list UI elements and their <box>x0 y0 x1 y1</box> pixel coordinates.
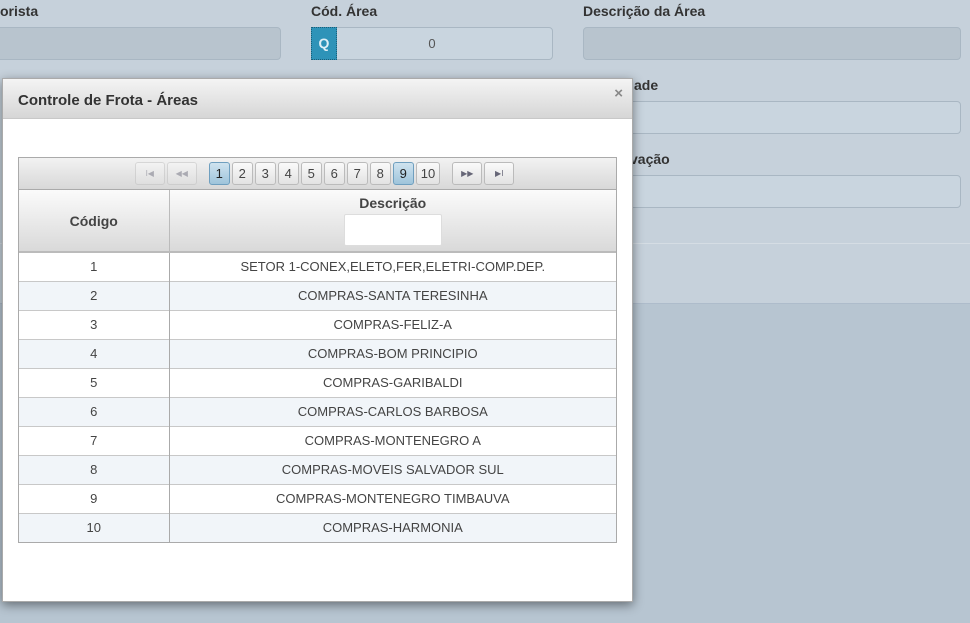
observacao-input[interactable] <box>583 175 961 208</box>
column-header-descricao[interactable]: Descrição <box>169 190 616 253</box>
descricao-area-label: Descrição da Área <box>583 3 706 19</box>
table-row[interactable]: 10 COMPRAS-HARMONIA <box>19 512 616 542</box>
first-page-button[interactable]: I◀ <box>134 162 165 185</box>
observacao-label: vação <box>630 151 670 167</box>
unidade-label: ade <box>634 77 659 93</box>
descricao-cell: COMPRAS-MONTENEGRO A <box>169 425 616 455</box>
page-button[interactable]: 9 <box>392 162 414 185</box>
descricao-cell: COMPRAS-HARMONIA <box>169 512 616 542</box>
codigo-cell: 2 <box>19 280 170 310</box>
table-row[interactable]: 6 COMPRAS-CARLOS BARBOSA <box>19 396 616 426</box>
areas-grid: I◀ ◀◀ 1 2 3 4 5 6 7 8 9 10 ▶▶ ▶I Código Descrição… <box>18 157 617 543</box>
descricao-filter-input[interactable] <box>343 214 442 246</box>
prev-page-button[interactable]: ◀◀ <box>166 162 197 185</box>
descricao-cell: COMPRAS-GARIBALDI <box>169 367 616 397</box>
codigo-cell: 10 <box>19 512 170 542</box>
codigo-cell: 7 <box>19 425 170 455</box>
table-row[interactable]: 8 COMPRAS-MOVEIS SALVADOR SUL <box>19 454 616 484</box>
page-button[interactable]: 1 <box>208 162 230 185</box>
codigo-cell: 5 <box>19 367 170 397</box>
table-row[interactable]: 1 SETOR 1-CONEX,ELETO,FER,ELETRI-COMP.DEP… <box>19 251 616 281</box>
descricao-cell: COMPRAS-MONTENEGRO TIMBAUVA <box>169 483 616 513</box>
cod-area-label: Cód. Área <box>311 3 378 19</box>
motorista-label: orista <box>0 3 39 19</box>
page-button[interactable]: 2 <box>231 162 253 185</box>
table-row[interactable]: 7 COMPRAS-MONTENEGRO A <box>19 425 616 455</box>
table-row[interactable]: 4 COMPRAS-BOM PRINCIPIO <box>19 338 616 368</box>
table-row[interactable]: 2 COMPRAS-SANTA TERESINHA <box>19 280 616 310</box>
page-button[interactable]: 3 <box>254 162 276 185</box>
descricao-cell: SETOR 1-CONEX,ELETO,FER,ELETRI-COMP.DEP. <box>169 251 616 281</box>
descricao-cell: COMPRAS-FELIZ-A <box>169 309 616 339</box>
motorista-input[interactable] <box>0 27 281 60</box>
codigo-cell: 3 <box>19 309 170 339</box>
page-button[interactable]: 4 <box>277 162 299 185</box>
page-button[interactable]: 5 <box>300 162 322 185</box>
dialog-header: Controle de Frota - Áreas × <box>3 79 632 119</box>
table-row[interactable]: 5 COMPRAS-GARIBALDI <box>19 367 616 397</box>
search-icon[interactable]: Q <box>311 27 337 60</box>
descricao-area-input[interactable] <box>583 27 961 60</box>
descricao-cell: COMPRAS-BOM PRINCIPIO <box>169 338 616 368</box>
codigo-cell: 4 <box>19 338 170 368</box>
table-row[interactable]: 9 COMPRAS-MONTENEGRO TIMBAUVA <box>19 483 616 513</box>
codigo-cell: 6 <box>19 396 170 426</box>
codigo-cell: 1 <box>19 251 170 281</box>
descricao-cell: COMPRAS-SANTA TERESINHA <box>169 280 616 310</box>
page-button[interactable]: 10 <box>415 162 441 185</box>
page-button[interactable]: 7 <box>346 162 368 185</box>
page-button[interactable]: 6 <box>323 162 345 185</box>
descricao-cell: COMPRAS-MOVEIS SALVADOR SUL <box>169 454 616 484</box>
descricao-header-label: Descrição <box>359 195 427 211</box>
close-icon[interactable]: × <box>614 85 623 102</box>
cod-area-input[interactable]: 0 <box>311 27 553 60</box>
descricao-cell: COMPRAS-CARLOS BARBOSA <box>169 396 616 426</box>
codigo-cell: 8 <box>19 454 170 484</box>
table-row[interactable]: 3 COMPRAS-FELIZ-A <box>19 309 616 339</box>
next-page-button[interactable]: ▶▶ <box>452 162 483 185</box>
last-page-button[interactable]: ▶I <box>484 162 515 185</box>
dialog-title: Controle de Frota - Áreas <box>18 92 199 109</box>
areas-dialog: Controle de Frota - Áreas × I◀ ◀◀ 123456… <box>2 78 633 602</box>
page-button[interactable]: 8 <box>369 162 391 185</box>
pager: I◀ ◀◀ 1 2 3 4 5 6 7 8 9 10 ▶▶ ▶I <box>19 158 616 190</box>
column-header-codigo[interactable]: Código <box>19 190 170 253</box>
codigo-cell: 9 <box>19 483 170 513</box>
areas-table: Código Descrição 1 SETOR 1-CONEX,ELETO,FE… <box>19 190 616 542</box>
unidade-input[interactable] <box>583 101 961 134</box>
